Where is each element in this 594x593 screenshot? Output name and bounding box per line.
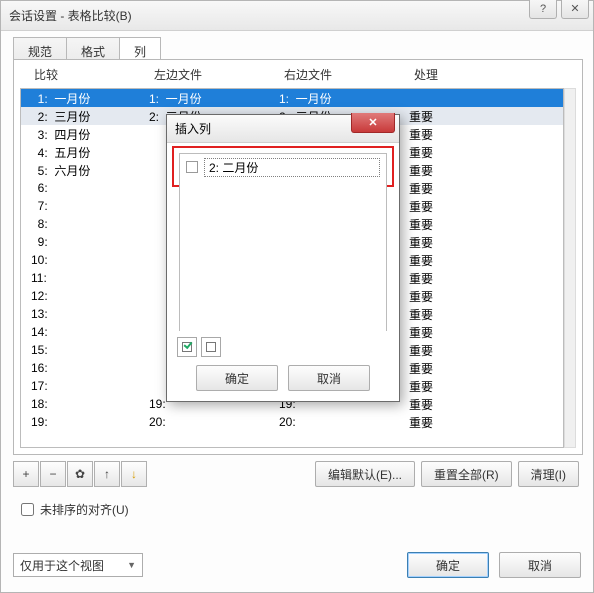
item-label: 2: 二月份 (204, 158, 380, 177)
dialog-list[interactable]: 2: 二月份 (179, 153, 387, 341)
hdr-compare: 比较 (34, 66, 154, 83)
list-toolbar: + − ✿ ↑ ↓ (13, 461, 147, 487)
dialog-list-item[interactable]: 2: 二月份 (186, 158, 380, 176)
item-checkbox[interactable] (186, 161, 198, 173)
dialog-footer: 确定 取消 (167, 331, 399, 401)
clear-button[interactable]: 清理(I) (518, 461, 579, 487)
add-button[interactable]: + (13, 461, 39, 487)
dialog-titlebar: 插入列 ✕ (167, 115, 399, 143)
close-button[interactable]: ✕ (561, 0, 589, 19)
dialog-ok-button[interactable]: 确定 (196, 365, 278, 391)
titlebar: 会话设置 - 表格比较(B) ? ✕ (1, 1, 593, 31)
uncheck-all-button[interactable] (201, 337, 221, 357)
unsorted-align-checkbox[interactable]: 未排序的对齐(U) (21, 501, 129, 518)
window-title: 会话设置 - 表格比较(B) (9, 7, 132, 24)
insert-column-dialog: 插入列 ✕ 2: 二月份 确定 取消 (166, 114, 400, 402)
footer: 仅用于这个视图 ▼ 确定 取消 (13, 552, 581, 578)
unsorted-checkbox-input[interactable] (21, 503, 34, 516)
dialog-cancel-button[interactable]: 取消 (288, 365, 370, 391)
scrollbar[interactable] (564, 88, 576, 448)
move-up-button[interactable]: ↑ (94, 461, 120, 487)
table-row[interactable]: 19: 20: 20: 重要 (21, 413, 563, 431)
table-row[interactable]: 1: 一月份1: 一月份1: 一月份 (21, 89, 563, 107)
edit-default-button[interactable]: 编辑默认(E)... (315, 461, 415, 487)
ok-button[interactable]: 确定 (407, 552, 489, 578)
reset-all-button[interactable]: 重置全部(R) (421, 461, 512, 487)
check-all-button[interactable] (177, 337, 197, 357)
scope-combo[interactable]: 仅用于这个视图 ▼ (13, 553, 143, 577)
settings-button[interactable]: ✿ (67, 461, 93, 487)
dialog-title: 插入列 (175, 120, 211, 137)
hdr-right: 右边文件 (284, 66, 414, 83)
chevron-down-icon: ▼ (127, 560, 136, 570)
scope-value: 仅用于这个视图 (20, 557, 104, 574)
dialog-close-button[interactable]: ✕ (351, 113, 395, 133)
column-headers: 比较 左边文件 右边文件 处理 (14, 60, 582, 87)
hdr-left: 左边文件 (154, 66, 284, 83)
unsorted-label: 未排序的对齐(U) (40, 501, 129, 518)
remove-button[interactable]: − (40, 461, 66, 487)
action-buttons: 编辑默认(E)... 重置全部(R) 清理(I) (315, 461, 579, 487)
hdr-handle: 处理 (414, 66, 582, 83)
move-down-button[interactable]: ↓ (121, 461, 147, 487)
help-button[interactable]: ? (529, 0, 557, 19)
cancel-button[interactable]: 取消 (499, 552, 581, 578)
